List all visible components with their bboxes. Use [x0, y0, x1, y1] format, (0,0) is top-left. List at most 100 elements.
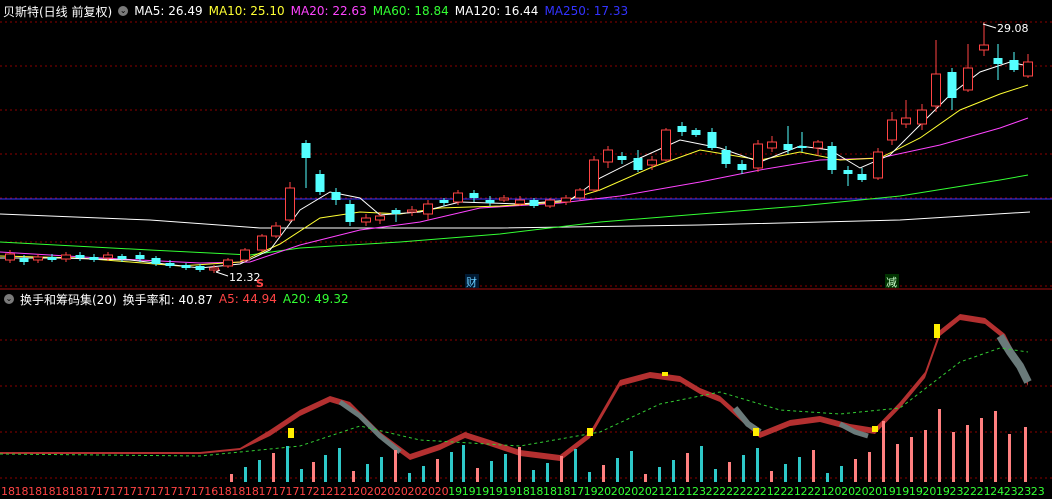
candle-body-up — [963, 67, 973, 91]
volume-bar — [394, 450, 397, 482]
bottom-number: 19 — [502, 485, 516, 498]
candle-body-down — [195, 266, 205, 270]
bottom-number: 18 — [15, 485, 29, 498]
bottom-number: 21 — [679, 485, 693, 498]
candlestick-series[interactable] — [5, 22, 1033, 273]
bottom-number: 22 — [719, 485, 733, 498]
sub-panel-legend: ⌄ 换手和筹码集(20) 换手率和: 40.87 A5: 44.94 A20: … — [0, 289, 1052, 309]
volume-bar — [784, 464, 787, 482]
bottom-number: 23 — [1004, 485, 1018, 498]
volume-bar — [770, 471, 773, 482]
bottom-number: 21 — [326, 485, 340, 498]
bottom-number: 17 — [258, 485, 272, 498]
turnover-indicator-panel — [0, 314, 1032, 482]
bottom-number: 21 — [787, 485, 801, 498]
bottom-number: 21 — [313, 485, 327, 498]
bottom-number: 20 — [435, 485, 449, 498]
volume-bar — [560, 456, 563, 482]
candle-body-down — [721, 150, 731, 164]
candle-body-down — [1009, 60, 1019, 70]
volume-bar — [324, 455, 327, 482]
volume-bar — [924, 430, 927, 482]
ma60-label: MA60: 18.84 — [372, 4, 449, 18]
turnover-ribbon-down — [996, 333, 1032, 384]
bottom-number: 18 — [245, 485, 259, 498]
bottom-number: 17 — [299, 485, 313, 498]
volume-bar — [518, 447, 521, 482]
bottom-number: 18 — [42, 485, 56, 498]
volume-bar — [700, 446, 703, 482]
turnover-ribbon-down — [338, 399, 402, 454]
candle-body-up — [499, 197, 509, 201]
signal-marker — [753, 428, 759, 436]
bottom-number: 20 — [638, 485, 652, 498]
bottom-number: 17 — [177, 485, 191, 498]
bottom-number: 23 — [692, 485, 706, 498]
candle-body-down — [165, 263, 175, 266]
candle-body-down — [117, 256, 127, 259]
volume-bar — [980, 418, 983, 482]
bottom-number: 16 — [204, 485, 218, 498]
bottom-number: 22 — [773, 485, 787, 498]
bottom-number: 20 — [367, 485, 381, 498]
sub-panel-title: 换手和筹码集(20) — [20, 292, 117, 307]
candle-body-down — [691, 130, 701, 135]
ma5-label: MA5: 26.49 — [134, 4, 203, 18]
candle-body-up — [33, 256, 43, 261]
bottom-number: 20 — [922, 485, 936, 498]
candle-body-down — [783, 144, 793, 150]
candle-body-down — [469, 193, 479, 198]
bottom-number: 17 — [123, 485, 137, 498]
candle-body-up — [753, 143, 763, 169]
bottom-number: 19 — [936, 485, 950, 498]
volume-bar — [462, 445, 465, 482]
volume-bar — [868, 452, 871, 482]
volume-bar — [994, 411, 997, 482]
candle-body-up — [873, 151, 883, 179]
bottom-number: 19 — [584, 485, 598, 498]
candle-body-down — [181, 265, 191, 268]
signal-marker — [872, 426, 878, 432]
volume-bar — [882, 421, 885, 482]
volume-bar — [352, 471, 355, 482]
bottom-number: 20 — [841, 485, 855, 498]
bottom-number: 20 — [597, 485, 611, 498]
collapse-chevron-icon[interactable]: ⌄ — [4, 294, 14, 304]
volume-bar — [476, 468, 479, 482]
bottom-number: 20 — [855, 485, 869, 498]
bottom-number: 21 — [665, 485, 679, 498]
bottom-number: 20 — [380, 485, 394, 498]
bottom-number: 17 — [272, 485, 286, 498]
candle-body-down — [47, 257, 57, 260]
volume-bar — [798, 457, 801, 482]
volume-bar — [854, 459, 857, 482]
bottom-number: 21 — [651, 485, 665, 498]
volume-bar — [300, 469, 303, 482]
main-panel-title: 贝斯特(日线 前复权) — [3, 4, 113, 19]
candle-body-up — [407, 209, 417, 213]
bottom-number: 18 — [28, 485, 42, 498]
ma10-label: MA10: 25.10 — [208, 4, 285, 18]
candle-body-up — [901, 117, 911, 125]
volume-bar — [826, 473, 829, 482]
candle-body-down — [301, 143, 311, 158]
volume-bar — [602, 465, 605, 482]
volume-bar — [338, 448, 341, 482]
candle-body-up — [361, 217, 371, 223]
candle-body-up — [931, 73, 941, 107]
volume-bar — [728, 462, 731, 482]
volume-bar — [546, 463, 549, 482]
volume-bar — [658, 467, 661, 482]
bottom-number: 17 — [570, 485, 584, 498]
candle-body-up — [209, 267, 219, 271]
bottom-number: 18 — [218, 485, 232, 498]
collapse-chevron-icon[interactable]: ⌄ — [118, 6, 129, 16]
high-price-label: 29.08 — [997, 22, 1029, 35]
bottom-number: 18 — [557, 485, 571, 498]
candle-body-up — [767, 141, 777, 149]
candle-body-down — [737, 164, 747, 170]
candle-body-down — [89, 257, 99, 260]
bottom-number: 22 — [963, 485, 977, 498]
stock-chart-canvas[interactable]: 29.08 12.32 S 财 减 18 18 18 18 18 18 17 17 17 17 17… — [0, 0, 1052, 499]
candle-body-up — [423, 203, 433, 215]
